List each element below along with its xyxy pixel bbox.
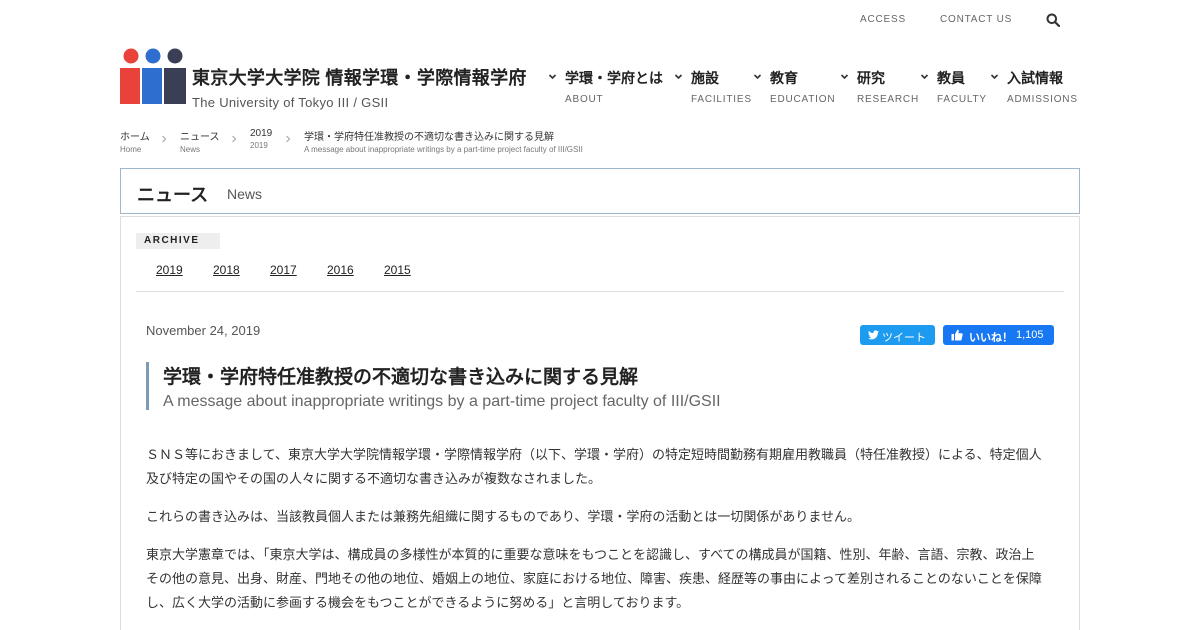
article-date: November 24, 2019: [146, 323, 261, 338]
page-subtitle: News: [227, 186, 263, 202]
nav-label-en: FACULTY: [937, 94, 987, 105]
breadcrumb-label-ja: ホーム: [120, 132, 150, 143]
archive-label: ARCHIVE: [136, 233, 220, 249]
nav-label-ja: 教育: [770, 70, 798, 86]
chevron-down-icon: [674, 74, 683, 80]
article-title-en: A message about inappropriate writings b…: [163, 393, 721, 410]
nav-label-en: ADMISSIONS: [1007, 94, 1078, 105]
site-logo[interactable]: [120, 48, 186, 104]
page-title: ニュース: [137, 185, 209, 205]
nav-item-faculty[interactable]: 教員 FACULTY: [937, 68, 987, 105]
site-title[interactable]: 東京大学大学院 情報学環・学際情報学府 The University of To…: [192, 64, 527, 110]
twitter-bird-icon: [868, 330, 879, 340]
site-title-en: The University of Tokyo III / GSII: [192, 95, 389, 110]
nav-label-ja: 教員: [937, 70, 965, 86]
archive-year-link[interactable]: 2016: [327, 263, 354, 277]
nav-label-en: FACILITIES: [691, 94, 752, 105]
breadcrumb-year[interactable]: 2019 2019: [250, 128, 272, 150]
like-count: 1,105: [1016, 329, 1044, 341]
contact-link[interactable]: CONTACT US: [940, 14, 1012, 25]
breadcrumb-news[interactable]: ニュース News: [180, 128, 220, 154]
chevron-right-icon: [286, 135, 291, 143]
thumbs-up-icon: [951, 329, 963, 341]
article-paragraph: 東京大学憲章では、「東京大学は、構成員の多様性が本質的に重要な意味をもつことを認…: [146, 547, 1042, 610]
article-paragraph: これらの書き込みは、当該教員個人または兼務先組織に関するものであり、学環・学府の…: [146, 509, 860, 524]
nav-item-admissions[interactable]: 入試情報 ADMISSIONS: [1007, 68, 1078, 105]
breadcrumb-current: 学環・学府特任准教授の不適切な書き込みに関する見解 A message abou…: [304, 128, 583, 154]
content-panel: ARCHIVE 2019 2018 2017 2016 2015 Novembe…: [120, 216, 1080, 630]
breadcrumb-label-ja: 2019: [250, 128, 273, 139]
archive-year-link[interactable]: 2018: [213, 263, 240, 277]
site-title-ja: 東京大学大学院 情報学環・学際情報学府: [192, 68, 527, 88]
access-link[interactable]: ACCESS: [860, 14, 906, 25]
nav-label-en: ABOUT: [565, 94, 604, 105]
nav-label-en: RESEARCH: [857, 94, 919, 105]
breadcrumb-label-en: News: [180, 145, 201, 154]
tweet-button[interactable]: ツイート: [860, 325, 935, 345]
tweet-label: ツイート: [882, 332, 926, 344]
breadcrumb-label-ja: 学環・学府特任准教授の不適切な書き込みに関する見解: [304, 132, 554, 143]
nav-label-en: EDUCATION: [770, 94, 836, 105]
nav-label-ja: 入試情報: [1007, 70, 1063, 86]
chevron-right-icon: [162, 135, 167, 143]
divider: [136, 291, 1064, 292]
breadcrumb-home[interactable]: ホーム Home: [120, 128, 150, 154]
nav-item-about[interactable]: 学環・学府とは ABOUT: [565, 68, 663, 105]
chevron-down-icon: [920, 74, 929, 80]
chevron-right-icon: [232, 135, 237, 143]
like-label: いいね！: [969, 332, 1013, 344]
article-paragraph: ＳＮＳ等におきまして、東京大学大学院情報学環・学際情報学府（以下、学環・学府）の…: [146, 447, 1042, 486]
chevron-down-icon: [753, 74, 762, 80]
nav-item-education[interactable]: 教育 EDUCATION: [770, 68, 835, 105]
nav-item-facilities[interactable]: 施設 FACILITIES: [691, 68, 752, 105]
breadcrumb-label-en: Home: [120, 145, 142, 154]
chevron-down-icon: [548, 74, 557, 80]
page-heading: ニュース News: [120, 168, 1080, 214]
chevron-down-icon: [990, 74, 999, 80]
nav-label-ja: 研究: [857, 70, 885, 86]
breadcrumb-label-en: 2019: [250, 141, 268, 150]
search-icon[interactable]: [1046, 13, 1060, 27]
article-title-ja: 学環・学府特任准教授の不適切な書き込みに関する見解: [163, 367, 639, 388]
article-title: 学環・学府特任准教授の不適切な書き込みに関する見解 A message abou…: [146, 362, 721, 410]
chevron-down-icon: [840, 74, 849, 80]
utility-bar: ACCESS CONTACT US: [0, 0, 1200, 40]
breadcrumb-label-en: A message about inappropriate writings b…: [304, 145, 583, 154]
nav-item-research[interactable]: 研究 RESEARCH: [857, 68, 919, 105]
like-button[interactable]: いいね！ 1,105: [943, 325, 1054, 345]
archive-year-link[interactable]: 2017: [270, 263, 297, 277]
nav-label-ja: 学環・学府とは: [565, 70, 663, 86]
nav-label-ja: 施設: [691, 70, 719, 86]
archive-year-link[interactable]: 2019: [156, 263, 183, 277]
breadcrumb-label-ja: ニュース: [180, 132, 220, 143]
archive-year-link[interactable]: 2015: [384, 263, 411, 277]
